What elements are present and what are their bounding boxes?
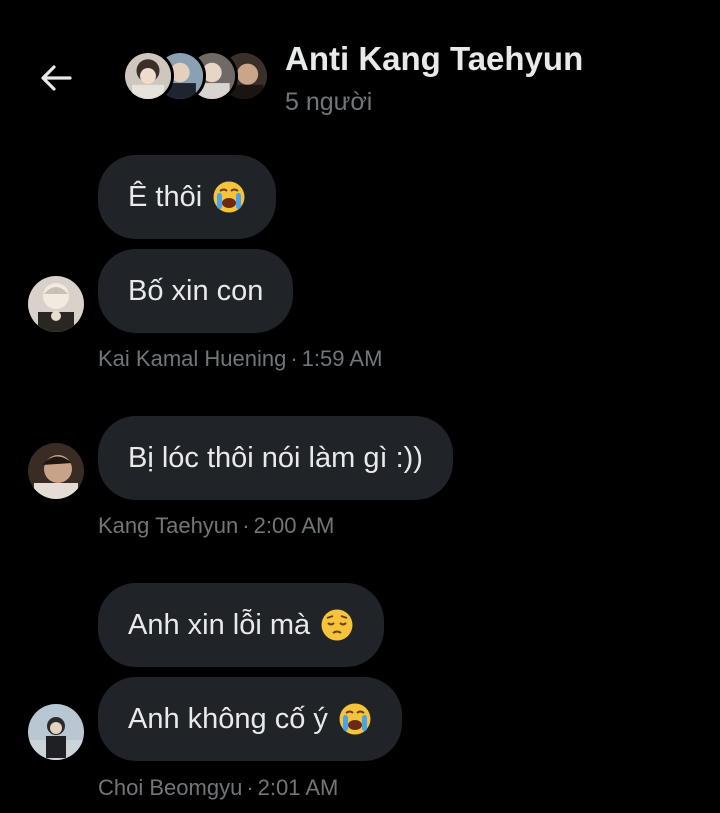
message-text: Bố xin con bbox=[128, 274, 264, 307]
sender-name: Choi Beomgyu bbox=[98, 775, 243, 800]
message-text: Anh xin lỗi mà bbox=[128, 608, 311, 641]
conversation-title[interactable]: Anti Kang Taehyun bbox=[285, 40, 583, 78]
message-text: Bị lóc thôi nói làm gì :)) bbox=[128, 441, 423, 474]
message-text: Anh không cố ý bbox=[128, 702, 328, 735]
meta-separator: · bbox=[246, 775, 254, 800]
message-meta: Choi Beomgyu · 2:01 AM bbox=[98, 775, 338, 801]
message-bubble[interactable]: Anh xin lỗi mà bbox=[98, 583, 385, 667]
message-bubble[interactable]: Bị lóc thôi nói làm gì :)) bbox=[98, 416, 453, 500]
message-meta: Kai Kamal Huening · 1:59 AM bbox=[98, 346, 382, 372]
sender-name: Kai Kamal Huening bbox=[98, 346, 287, 371]
message-bubble[interactable]: Anh không cố ý bbox=[98, 677, 402, 761]
sender-avatar[interactable] bbox=[28, 704, 84, 760]
message-time: 2:01 AM bbox=[257, 775, 339, 800]
meta-separator: · bbox=[242, 513, 250, 538]
message-time: 2:00 AM bbox=[253, 513, 335, 538]
meta-separator: · bbox=[290, 346, 298, 371]
sender-name: Kang Taehyun bbox=[98, 513, 239, 538]
group-avatars[interactable] bbox=[122, 50, 270, 104]
message-text: Ê thôi bbox=[128, 180, 203, 213]
group-member-avatar bbox=[122, 50, 174, 102]
loudly-crying-face-icon bbox=[338, 702, 372, 736]
message-bubble[interactable]: Ê thôi bbox=[98, 155, 277, 239]
member-count[interactable]: 5 người bbox=[285, 88, 372, 117]
message-meta: Kang Taehyun · 2:00 AM bbox=[98, 513, 334, 539]
pensive-face-icon bbox=[320, 608, 354, 642]
back-button[interactable] bbox=[36, 58, 76, 98]
arrow-left-icon bbox=[41, 65, 72, 91]
sender-avatar[interactable] bbox=[28, 443, 84, 499]
message-bubble[interactable]: Bố xin con bbox=[98, 249, 294, 333]
conversation-header: Anti Kang Taehyun 5 người bbox=[0, 0, 720, 140]
message-time: 1:59 AM bbox=[301, 346, 383, 371]
loudly-crying-face-icon bbox=[212, 180, 246, 214]
sender-avatar[interactable] bbox=[28, 276, 84, 332]
